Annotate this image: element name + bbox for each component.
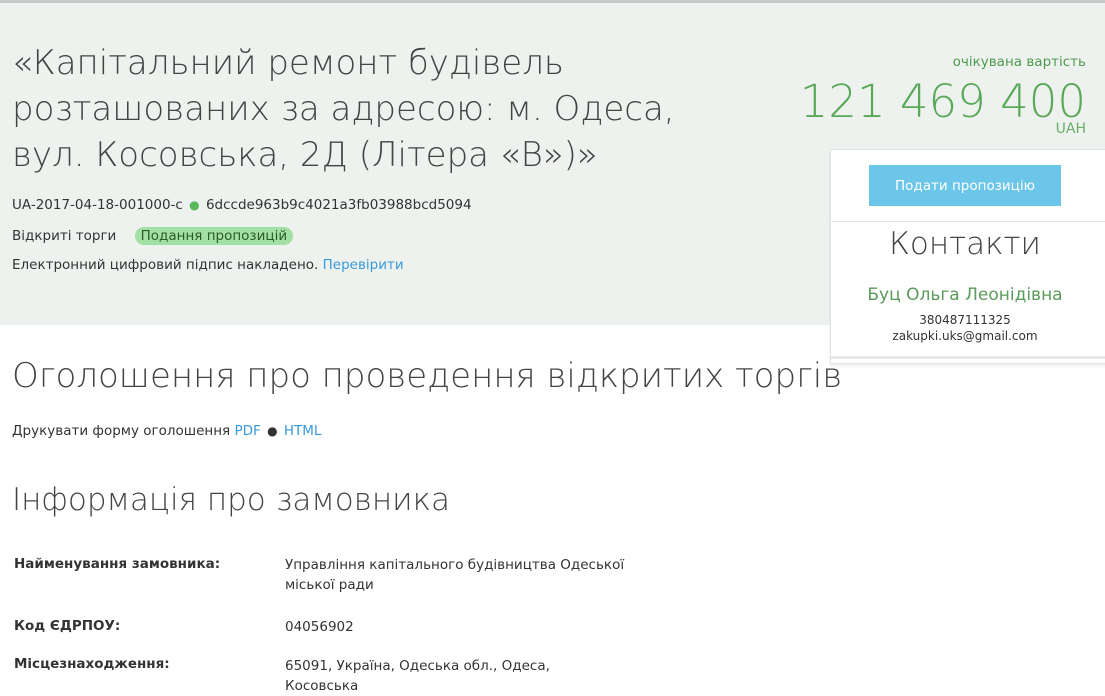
customer-name-value: Управління капітального будівництва Одес… (285, 557, 625, 593)
customer-name-label: Найменування замовника: (14, 556, 221, 572)
submit-bid-button[interactable]: Подати пропозицію (869, 165, 1061, 206)
address-value: 65091, Україна, Одеська обл., Одеса, Кос… (285, 658, 550, 694)
print-form-label: Друкувати форму оголошення (12, 423, 231, 439)
notice-heading: Оголошення про проведення відкритих торг… (12, 356, 843, 396)
separator-dot-icon: ● (267, 424, 278, 438)
tender-title: «Капітальний ремонт будівель розташованих… (12, 40, 712, 178)
print-pdf-link[interactable]: PDF (234, 423, 260, 439)
contact-panel: Подати пропозицію Контакти Буц Ольга Лео… (830, 149, 1105, 364)
expected-value-amount: 121 469 400 (799, 75, 1086, 128)
contact-phone: 380487111325 (919, 313, 1011, 327)
contact-email: zakupki.uks@gmail.com (892, 329, 1038, 343)
procedure-type: Відкриті торги (12, 228, 117, 244)
contact-name: Буц Ольга Леонідівна (867, 285, 1063, 305)
panel-bottom-border (831, 356, 1105, 359)
tender-title-line-3: вул. Косовська, 2Д (Літера «В»)» (12, 135, 598, 175)
tender-title-line-1: «Капітальний ремонт будівель (12, 43, 564, 83)
procedure-line: Відкриті торги Подання пропозицій (12, 227, 294, 245)
tender-title-line-2: розташованих за адресою: м. Одеса, (12, 89, 675, 129)
contacts-title: Контакти (889, 226, 1041, 262)
signature-line: Електронний цифровий підпис накладено. П… (12, 257, 404, 273)
status-badge: Подання пропозицій (134, 227, 294, 245)
currency-label: UAH (1055, 121, 1086, 137)
tender-hash: 6dccde963b9c4021a3fb03988bcd5094 (205, 197, 472, 213)
expected-value-label: очікувана вартість (952, 54, 1086, 70)
tender-id: UA-2017-04-18-001000-c (12, 197, 183, 213)
customer-heading: Інформація про замовника (12, 482, 450, 518)
print-form-line: Друкувати форму оголошення PDF ● HTML (12, 423, 321, 439)
panel-divider (831, 221, 1105, 222)
verify-signature-link[interactable]: Перевірити (323, 257, 404, 273)
edrpou-label: Код ЄДРПОУ: (14, 618, 121, 634)
print-html-link[interactable]: HTML (284, 423, 322, 439)
address-label: Місцезнаходження: (14, 656, 170, 672)
tender-id-line: UA-2017-04-18-001000-c ● 6dccde963b9c402… (12, 197, 472, 213)
signature-text: Електронний цифровий підпис накладено. (12, 257, 319, 273)
separator-dot-icon: ● (189, 198, 200, 212)
edrpou-value: 04056902 (285, 619, 354, 635)
